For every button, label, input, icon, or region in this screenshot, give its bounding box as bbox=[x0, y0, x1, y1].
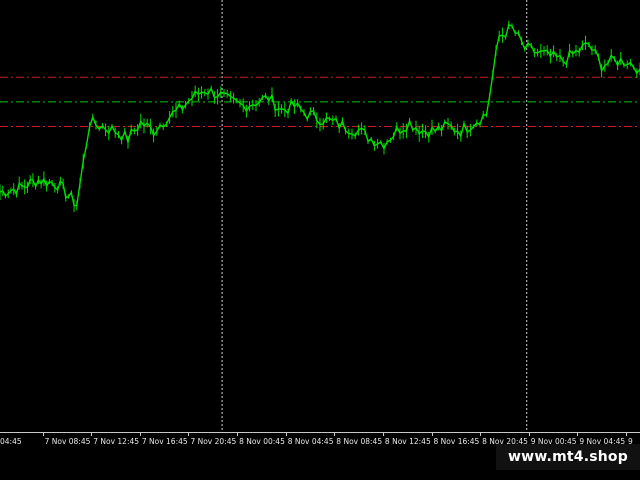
x-tick-label: 8 Nov 04:45 bbox=[285, 432, 334, 446]
x-tick-label: 7 Nov 08:45 bbox=[42, 432, 91, 446]
x-tick-label: 7 Nov 12:45 bbox=[91, 432, 140, 446]
x-tick-label: 7 Nov 16:45 bbox=[139, 432, 188, 446]
x-tick-label: 8 Nov 16:45 bbox=[431, 432, 480, 446]
x-tick-label: 8 Nov 08:45 bbox=[334, 432, 383, 446]
bottom-strip bbox=[0, 470, 640, 480]
chart-window: 04:45 7 Nov 08:45 7 Nov 12:45 7 Nov 16:45 7 … bbox=[0, 0, 640, 480]
watermark-logo: www.mt4.shop bbox=[496, 444, 640, 470]
x-tick-label: 8 Nov 12:45 bbox=[382, 432, 431, 446]
price-chart[interactable] bbox=[0, 0, 640, 432]
x-tick-label: 8 Nov 00:45 bbox=[237, 432, 285, 446]
price-bars bbox=[0, 20, 640, 213]
x-tick-label: 04:45 bbox=[0, 437, 22, 446]
x-tick-label: 7 Nov 20:45 bbox=[188, 432, 237, 446]
